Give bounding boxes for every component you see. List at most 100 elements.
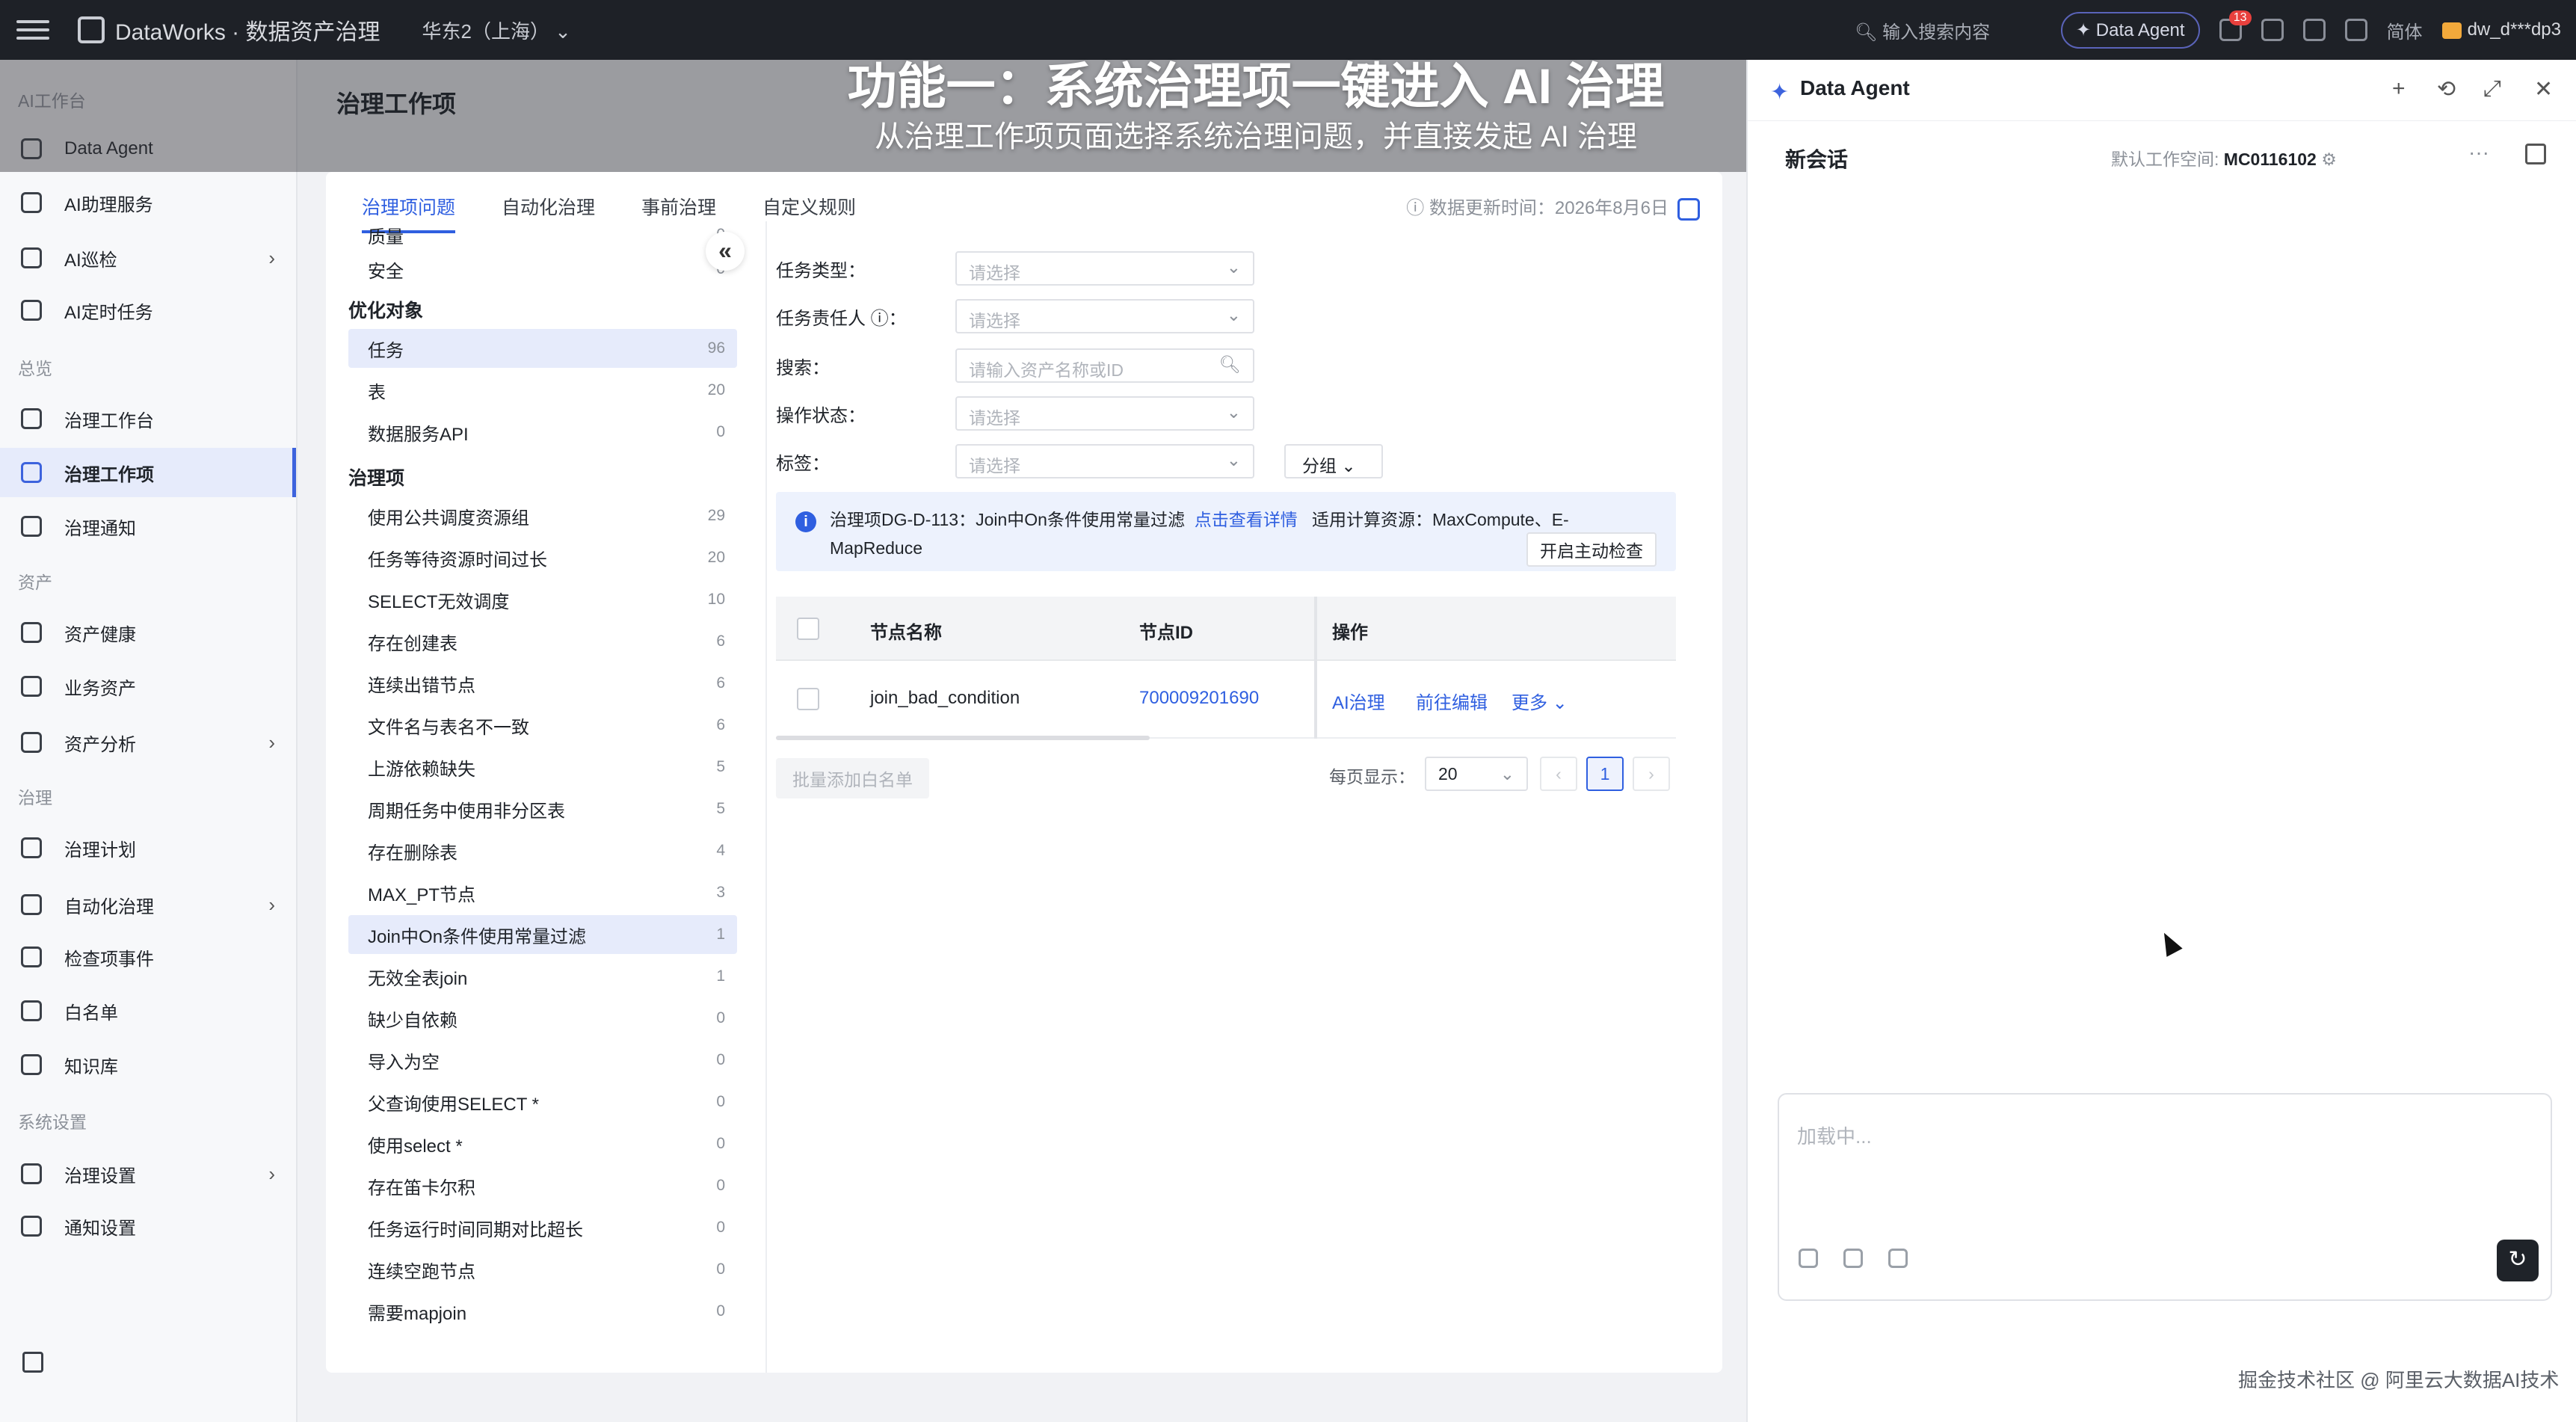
list-item[interactable]: 连续出错节点 6 bbox=[348, 664, 737, 703]
expand-icon[interactable]: ⤢ bbox=[2483, 76, 2501, 102]
shield-icon bbox=[21, 462, 42, 483]
attach-icon[interactable] bbox=[1799, 1249, 1818, 1268]
sidebar-item-work-items[interactable]: 治理工作项 bbox=[0, 448, 296, 497]
send-button[interactable]: ↻ bbox=[2497, 1240, 2539, 1281]
notification-icon[interactable]: 13 bbox=[2219, 10, 2252, 41]
sidebar-item-whitelist[interactable]: 白名单 bbox=[0, 986, 296, 1035]
list-item[interactable]: 任务 96 bbox=[348, 329, 737, 368]
agent-panel-header: ✦ Data Agent + ⟲ ⤢ ✕ bbox=[1748, 60, 2576, 121]
list-item[interactable]: 导入为空 0 bbox=[348, 1041, 737, 1080]
list-item[interactable]: 存在创建表 6 bbox=[348, 622, 737, 661]
list-item[interactable]: 任务等待资源时间过长 20 bbox=[348, 538, 737, 577]
list-item[interactable]: 缺少自依赖 0 bbox=[348, 999, 737, 1038]
enable-check-button[interactable]: 开启主动检查 bbox=[1526, 532, 1657, 567]
sidebar-group-settings: 系统设置 bbox=[18, 1112, 87, 1132]
status-select[interactable]: 请选择 ⌄ bbox=[955, 396, 1254, 431]
horizontal-scrollbar[interactable] bbox=[776, 736, 1150, 740]
chevron-down-icon: ⌄ bbox=[1226, 402, 1241, 422]
view-details-link[interactable]: 点击查看详情 bbox=[1195, 510, 1298, 529]
ai-govern-action[interactable]: AI治理 bbox=[1332, 688, 1385, 714]
sidebar-item-knowledge[interactable]: 知识库 bbox=[0, 1040, 296, 1089]
list-item[interactable]: 周期任务中使用非分区表 5 bbox=[348, 790, 737, 828]
tag-select[interactable]: 请选择 ⌄ bbox=[955, 444, 1254, 478]
help-doc-icon[interactable] bbox=[2261, 19, 2284, 41]
sidebar-item-gov-settings[interactable]: 治理设置 › bbox=[0, 1149, 296, 1198]
sidebar-item-ai-assistant[interactable]: AI助理服务 bbox=[0, 178, 296, 227]
category-list: 质量0 安全0 优化对象 任务96 表20 数据服务API0 治理项 使用公共调… bbox=[348, 221, 767, 1373]
optimize-header: 优化对象 bbox=[348, 301, 424, 321]
sidebar-item-notify-settings[interactable]: 通知设置 bbox=[0, 1201, 296, 1251]
bell-icon[interactable] bbox=[2344, 19, 2367, 41]
list-item[interactable]: SELECT无效调度 10 bbox=[348, 580, 737, 619]
list-item[interactable]: 数据服务API 0 bbox=[348, 413, 737, 452]
close-icon[interactable]: ✕ bbox=[2534, 76, 2553, 102]
more-action[interactable]: 更多 ⌄ bbox=[1512, 688, 1568, 714]
sidebar-item-ai-scheduled[interactable]: AI定时任务 bbox=[0, 286, 296, 335]
sidebar-item-auto-governance[interactable]: 自动化治理 › bbox=[0, 880, 296, 929]
select-all-checkbox[interactable] bbox=[797, 618, 819, 640]
clock-icon bbox=[21, 300, 42, 321]
sidebar-toggle-icon[interactable] bbox=[2525, 144, 2546, 164]
collapse-panel-button[interactable]: « bbox=[706, 232, 745, 271]
sidebar-item-ai-inspection[interactable]: AI巡检 › bbox=[0, 233, 296, 283]
list-item[interactable]: 需要mapjoin 0 bbox=[348, 1292, 737, 1331]
sidebar-item-business-assets[interactable]: 业务资产 bbox=[0, 662, 296, 711]
list-item[interactable]: 连续空跑节点 0 bbox=[348, 1250, 737, 1289]
chevron-down-icon: ⌄ bbox=[1500, 764, 1515, 784]
tools-icon[interactable] bbox=[2302, 19, 2326, 41]
list-item[interactable]: 安全0 bbox=[348, 250, 737, 289]
page-size-select[interactable]: 20 ⌄ bbox=[1425, 757, 1528, 791]
sidebar-item-check-events[interactable]: 检查项事件 bbox=[0, 932, 296, 982]
filter-label-task-type: 任务类型： bbox=[776, 261, 866, 281]
asset-search-input[interactable]: 请输入资产名称或ID 🔍︎ bbox=[955, 348, 1254, 383]
subscribe-bell-icon[interactable] bbox=[1677, 197, 1700, 221]
list-item[interactable]: MAX_PT节点 3 bbox=[348, 873, 737, 912]
new-chat-icon[interactable]: + bbox=[2392, 76, 2406, 102]
prev-page-button[interactable]: ‹ bbox=[1540, 757, 1577, 791]
language-switch[interactable]: 简体 bbox=[2387, 17, 2423, 43]
history-icon[interactable]: ⟲ bbox=[2437, 76, 2456, 102]
shield-check-icon[interactable] bbox=[1843, 1249, 1863, 1268]
menu-icon[interactable] bbox=[16, 13, 49, 46]
node-id-link[interactable]: 700009201690 bbox=[1139, 688, 1259, 709]
sidebar-item-workbench[interactable]: 治理工作台 bbox=[0, 394, 296, 443]
sidebar-item-asset-analysis[interactable]: 资产分析 › bbox=[0, 718, 296, 767]
cube-icon[interactable] bbox=[1888, 1249, 1908, 1268]
chat-input-box[interactable]: 加载中... ↻ bbox=[1778, 1093, 2552, 1301]
edit-action[interactable]: 前往编辑 bbox=[1416, 688, 1488, 714]
sidebar-item-notifications[interactable]: 治理通知 bbox=[0, 502, 296, 551]
task-type-select[interactable]: 请选择 ⌄ bbox=[955, 251, 1254, 286]
list-item[interactable]: 存在删除表 4 bbox=[348, 831, 737, 870]
sidebar-item-plan[interactable]: 治理计划 bbox=[0, 823, 296, 872]
workspace-info[interactable]: 默认工作空间: MC0116102 ⚙︎ bbox=[2111, 145, 2337, 170]
owner-select[interactable]: 请选择 ⌄ bbox=[955, 299, 1254, 333]
sidebar-group-overview: 总览 bbox=[18, 359, 52, 378]
list-item[interactable]: 父查询使用SELECT * 0 bbox=[348, 1083, 737, 1121]
sidebar-item-asset-health[interactable]: 资产健康 bbox=[0, 608, 296, 657]
page-1-button[interactable]: 1 bbox=[1586, 757, 1624, 791]
list-item[interactable]: 上游依赖缺失 5 bbox=[348, 748, 737, 787]
book-icon bbox=[21, 1054, 42, 1075]
sidebar-collapse-icon[interactable] bbox=[22, 1352, 43, 1373]
list-item[interactable]: 任务运行时间同期对比超长 0 bbox=[348, 1208, 737, 1247]
list-item[interactable]: 使用select * 0 bbox=[348, 1124, 737, 1163]
list-item[interactable]: 使用公共调度资源组 29 bbox=[348, 496, 737, 535]
group-button[interactable]: 分组 ⌄ bbox=[1284, 444, 1383, 478]
message-icon bbox=[21, 516, 42, 537]
user-menu[interactable]: dw_d***dp3 bbox=[2441, 19, 2561, 40]
list-item[interactable]: 无效全表join 1 bbox=[348, 957, 737, 996]
search-icon: 🔍︎ bbox=[1218, 354, 1241, 374]
region-selector[interactable]: 华东2（上海） ⌄ bbox=[422, 16, 570, 44]
next-page-button[interactable]: › bbox=[1633, 757, 1670, 791]
more-icon[interactable]: ··· bbox=[2468, 141, 2489, 164]
list-item[interactable]: 文件名与表名不一致 6 bbox=[348, 706, 737, 745]
data-agent-button[interactable]: ✦ Data Agent bbox=[2061, 11, 2200, 49]
list-item[interactable]: 存在笛卡尔积 0 bbox=[348, 1166, 737, 1205]
list-item[interactable]: Join中On条件使用常量过滤 1 bbox=[348, 915, 737, 954]
batch-whitelist-button[interactable]: 批量添加白名单 bbox=[776, 758, 929, 798]
global-search-input[interactable]: 🔍︎ 输入搜索内容 bbox=[1855, 17, 2042, 43]
list-item[interactable]: 表 20 bbox=[348, 371, 737, 410]
tab-custom-rules[interactable]: 自定义规则 bbox=[762, 193, 856, 233]
user-icon bbox=[21, 1000, 42, 1021]
row-checkbox[interactable] bbox=[797, 688, 819, 710]
